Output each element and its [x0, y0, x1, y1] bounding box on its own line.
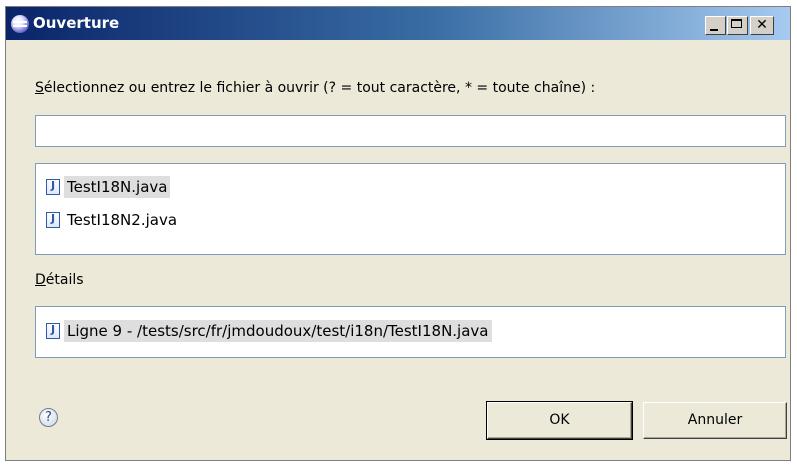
details-list[interactable]: Ligne 9 - /tests/src/fr/jmdoudoux/test/i… [35, 306, 786, 358]
pattern-input[interactable] [35, 115, 786, 147]
close-button[interactable]: ✕ [750, 16, 774, 35]
list-item-label: TestI18N.java [64, 176, 171, 198]
title-bar[interactable]: Ouverture ✕ [6, 7, 790, 40]
matching-files-list[interactable]: TestI18N.java TestI18N2.java [35, 163, 786, 255]
details-label: Détails [35, 272, 84, 288]
minimize-button[interactable] [705, 16, 726, 35]
window-title: Ouverture [33, 14, 120, 32]
java-file-icon [46, 212, 60, 228]
maximize-button[interactable] [727, 16, 748, 35]
list-item-label: TestI18N2.java [67, 211, 178, 229]
details-item-label: Ligne 9 - /tests/src/fr/jmdoudoux/test/i… [64, 320, 492, 342]
details-item[interactable]: Ligne 9 - /tests/src/fr/jmdoudoux/test/i… [46, 319, 492, 343]
java-file-icon [46, 323, 60, 339]
close-icon: ✕ [756, 17, 768, 33]
list-item[interactable]: TestI18N2.java [46, 208, 180, 232]
cancel-button[interactable]: Annuler [643, 402, 787, 439]
java-file-icon [46, 179, 60, 195]
open-resource-dialog: Ouverture ✕ Sélectionnez ou entrez le fi… [5, 6, 791, 461]
ok-button[interactable]: OK [486, 401, 633, 440]
eclipse-logo-icon [11, 15, 29, 33]
list-item[interactable]: TestI18N.java [46, 175, 171, 199]
pattern-prompt-label: Sélectionnez ou entrez le fichier à ouvr… [35, 80, 596, 96]
help-icon[interactable]: ? [39, 408, 58, 427]
